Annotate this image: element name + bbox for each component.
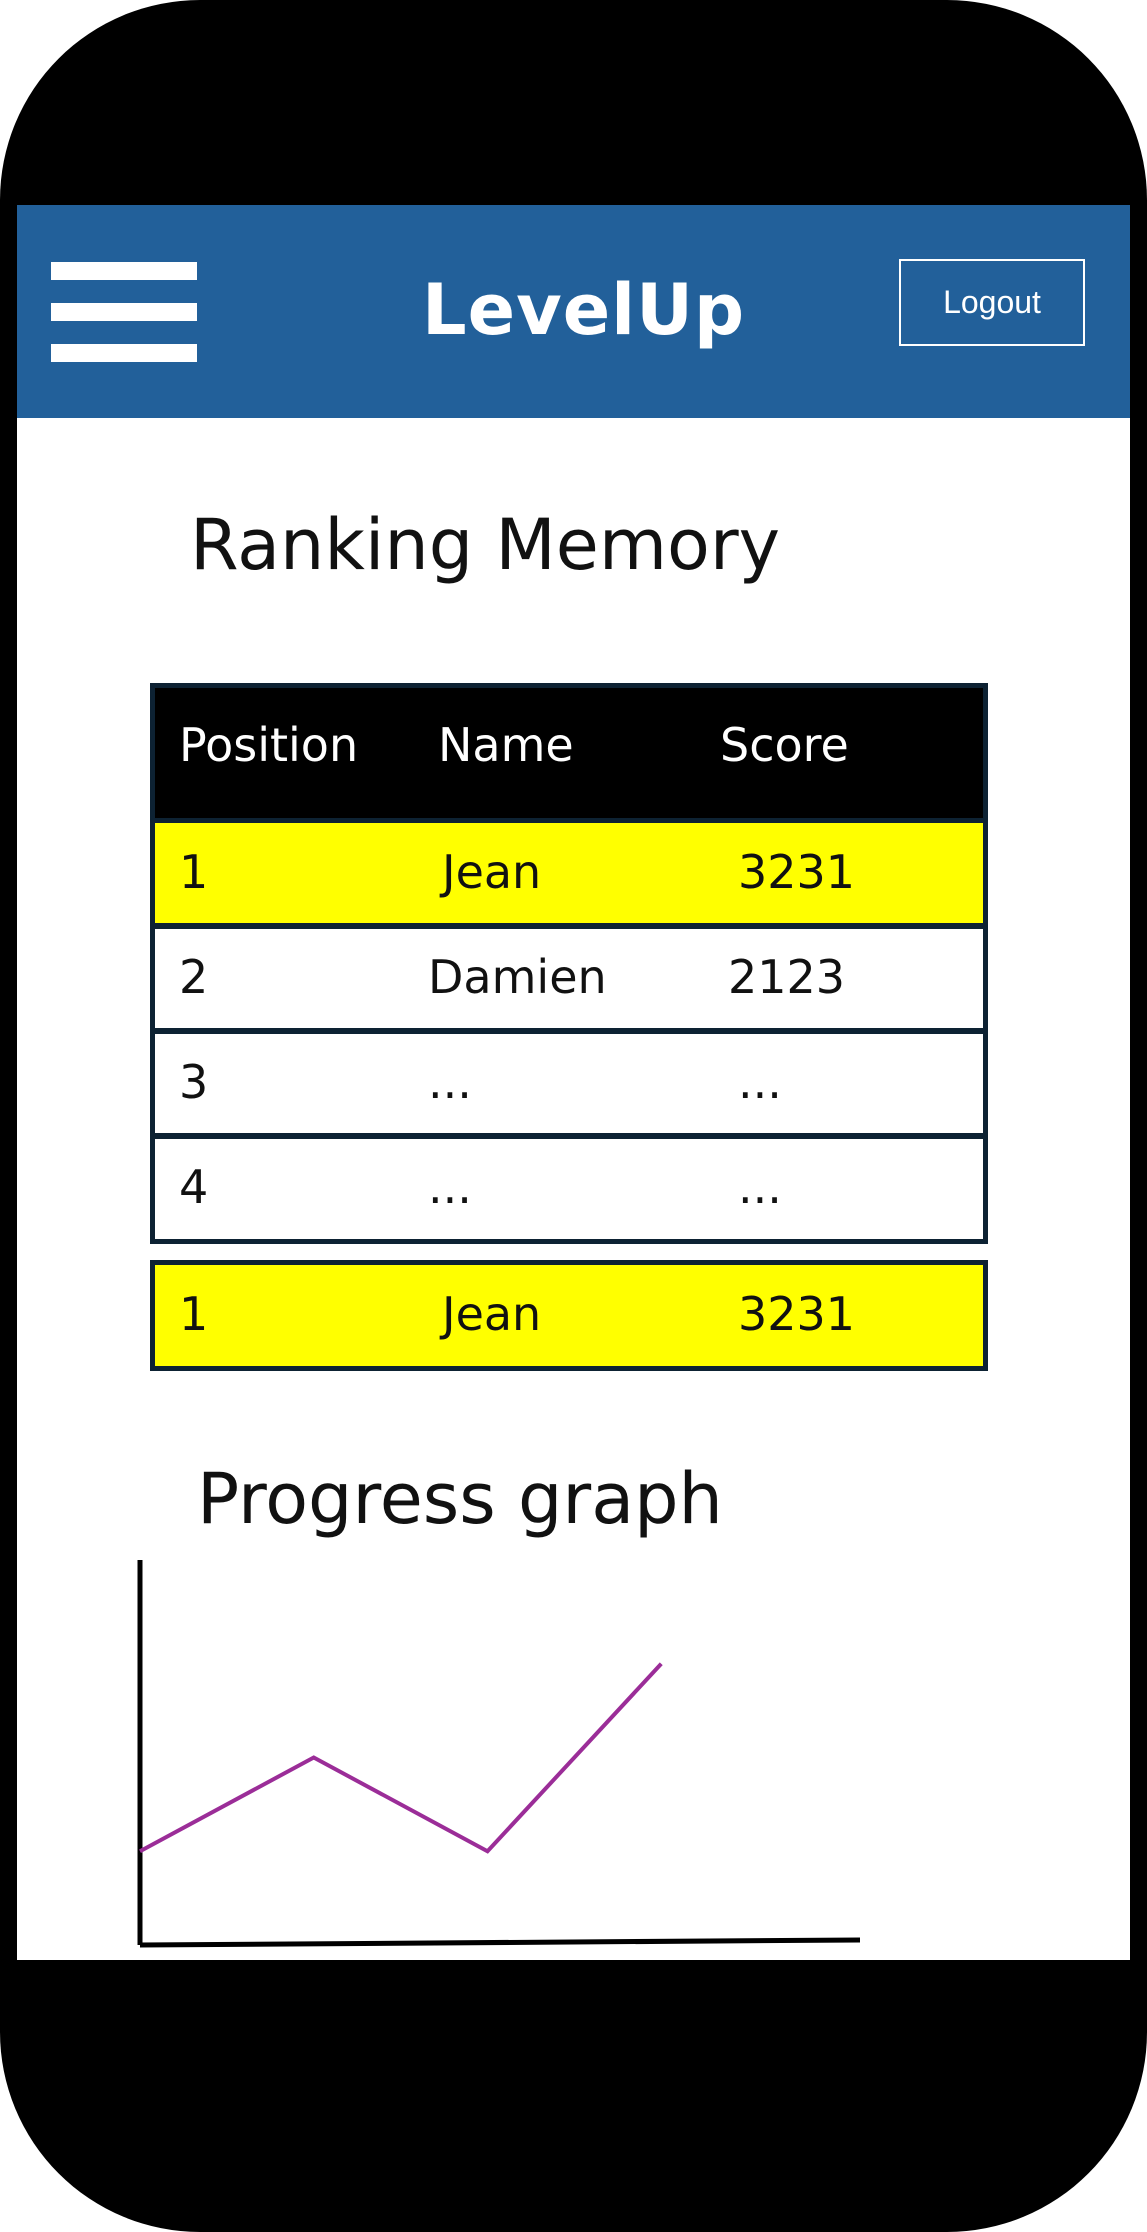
progress-graph-title: Progress graph <box>197 1458 723 1540</box>
app-header: LevelUp Logout <box>17 205 1130 418</box>
row-score: 2123 <box>728 950 846 1004</box>
column-header-position: Position <box>179 718 359 772</box>
row-name: ... <box>428 1055 472 1109</box>
row-name: Damien <box>428 950 607 1004</box>
row-score: ... <box>738 1160 782 1214</box>
app-screen: LevelUp Logout Ranking Memory Position N… <box>17 205 1130 1960</box>
phone-frame: LevelUp Logout Ranking Memory Position N… <box>0 0 1147 2232</box>
row-position: 3 <box>179 1055 209 1109</box>
table-row: 3 ... ... <box>150 1028 988 1139</box>
column-header-score: Score <box>720 718 849 772</box>
row-score: ... <box>738 1055 782 1109</box>
column-header-name: Name <box>438 718 574 772</box>
chart-series-line <box>139 1662 663 1854</box>
table-row: 2 Damien 2123 <box>150 923 988 1034</box>
row-position: 2 <box>179 950 209 1004</box>
row-name: Jean <box>442 845 542 899</box>
row-name: ... <box>428 1160 472 1214</box>
current-user-position: 1 <box>179 1287 209 1341</box>
current-user-score: 3231 <box>738 1287 856 1341</box>
app-logo: LevelUp <box>422 269 746 351</box>
progress-chart <box>137 1560 861 1948</box>
ranking-table-header: Position Name Score <box>150 683 988 823</box>
row-score: 3231 <box>738 845 856 899</box>
chart-x-axis <box>139 1937 861 1948</box>
row-position: 4 <box>179 1160 209 1214</box>
hamburger-menu-icon[interactable] <box>51 262 197 362</box>
table-row: 4 ... ... <box>150 1133 988 1244</box>
logout-button[interactable]: Logout <box>899 259 1085 346</box>
table-row: 1 Jean 3231 <box>150 818 988 929</box>
ranking-title: Ranking Memory <box>190 504 781 586</box>
current-user-name: Jean <box>442 1287 542 1341</box>
current-user-row: 1 Jean 3231 <box>150 1260 988 1371</box>
row-position: 1 <box>179 845 209 899</box>
